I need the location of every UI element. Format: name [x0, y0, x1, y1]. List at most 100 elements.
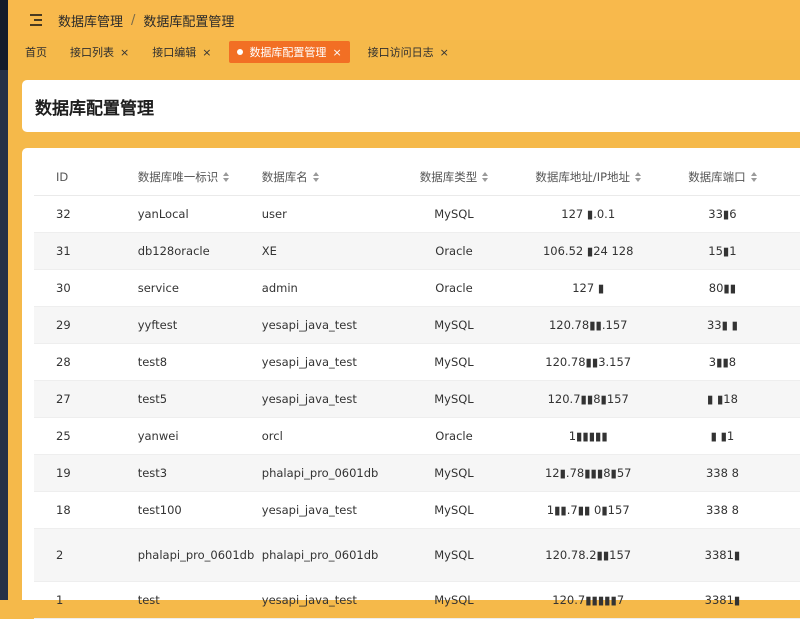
cell-port: 338 8	[666, 492, 780, 529]
breadcrumb-item-current: 数据库配置管理	[143, 11, 234, 30]
table-row[interactable]: 27 test5 yesapi_java_test MySQL 120.7▮▮8…	[34, 381, 800, 418]
cell-id: 28	[34, 344, 137, 381]
column-header-type[interactable]: 数据库类型	[397, 158, 511, 196]
table-row[interactable]: 25 yanwei orcl Oracle 1▮▮▮▮▮ ▮ ▮1	[34, 418, 800, 455]
cell-key: test8	[137, 344, 261, 381]
column-header-key[interactable]: 数据库唯一标识	[137, 158, 261, 196]
cell-name: orcl	[261, 418, 397, 455]
column-header-more	[779, 158, 800, 196]
table-row[interactable]: 1 test yesapi_java_test MySQL 120.7▮▮▮▮▮…	[34, 582, 800, 619]
cell-host: 127 ▮	[511, 270, 666, 307]
cell-host: 106.52 ▮24 128	[511, 233, 666, 270]
tab-api-edit[interactable]: 接口编辑 ×	[147, 41, 216, 63]
breadcrumb-separator: /	[131, 13, 135, 28]
cell-more	[779, 344, 800, 381]
cell-port: 80▮▮	[666, 270, 780, 307]
cell-name: phalapi_pro_0601db	[261, 529, 397, 582]
table-row[interactable]: 32 yanLocal user MySQL 127 ▮.0.1 33▮6	[34, 196, 800, 233]
cell-type: MySQL	[397, 381, 511, 418]
cell-type: MySQL	[397, 344, 511, 381]
page-title: 数据库配置管理	[35, 94, 154, 119]
sort-icon[interactable]	[635, 172, 641, 182]
sidebar-logo-area	[0, 0, 8, 70]
table-row[interactable]: 28 test8 yesapi_java_test MySQL 120.78▮▮…	[34, 344, 800, 381]
column-header-host[interactable]: 数据库地址/IP地址	[511, 158, 666, 196]
table-row[interactable]: 18 test100 yesapi_java_test MySQL 1▮▮.7▮…	[34, 492, 800, 529]
cell-id: 32	[34, 196, 137, 233]
cell-host: 120.78.2▮▮157	[511, 529, 666, 582]
table-row[interactable]: 29 yyftest yesapi_java_test MySQL 120.78…	[34, 307, 800, 344]
cell-host: 120.78▮▮.157	[511, 307, 666, 344]
column-header-port[interactable]: 数据库端口	[666, 158, 780, 196]
cell-name: phalapi_pro_0601db	[261, 455, 397, 492]
cell-more	[779, 492, 800, 529]
column-header-name[interactable]: 数据库名	[261, 158, 397, 196]
cell-host: 120.78▮▮3.157	[511, 344, 666, 381]
tab-access-log[interactable]: 接口访问日志 ×	[363, 41, 454, 63]
cell-id: 31	[34, 233, 137, 270]
cell-host: 120.7▮▮8▮157	[511, 381, 666, 418]
cell-more	[779, 381, 800, 418]
column-header-id: ID	[34, 158, 137, 196]
cell-port: 338 8	[666, 455, 780, 492]
cell-port: 3▮▮8	[666, 344, 780, 381]
cell-host: 1▮▮.7▮▮ 0▮157	[511, 492, 666, 529]
tab-label: 接口编辑	[152, 44, 196, 60]
breadcrumb-item-database[interactable]: 数据库管理	[58, 11, 123, 30]
close-icon[interactable]: ×	[202, 46, 211, 59]
tab-db-config[interactable]: 数据库配置管理 ×	[229, 41, 349, 63]
cell-key: yanLocal	[137, 196, 261, 233]
cell-id: 29	[34, 307, 137, 344]
cell-more	[779, 582, 800, 619]
cell-id: 30	[34, 270, 137, 307]
cell-id: 2	[34, 529, 137, 582]
cell-type: MySQL	[397, 455, 511, 492]
sort-icon[interactable]	[751, 172, 757, 182]
table-row[interactable]: 30 service admin Oracle 127 ▮ 80▮▮	[34, 270, 800, 307]
table-header-row: ID 数据库唯一标识 数据库名 数据库类型 数据库地址/IP地址 数据库端口	[34, 158, 800, 196]
table-row[interactable]: 19 test3 phalapi_pro_0601db MySQL 12▮.78…	[34, 455, 800, 492]
cell-type: MySQL	[397, 196, 511, 233]
sort-icon[interactable]	[223, 172, 229, 182]
cell-port: 33▮ ▮	[666, 307, 780, 344]
cell-name: yesapi_java_test	[261, 344, 397, 381]
cell-more	[779, 270, 800, 307]
cell-type: MySQL	[397, 492, 511, 529]
tab-home[interactable]: 首页	[20, 41, 52, 63]
cell-port: 33▮6	[666, 196, 780, 233]
cell-key: yanwei	[137, 418, 261, 455]
sort-icon[interactable]	[482, 172, 488, 182]
cell-id: 19	[34, 455, 137, 492]
tab-label: 首页	[25, 44, 47, 60]
db-config-table: ID 数据库唯一标识 数据库名 数据库类型 数据库地址/IP地址 数据库端口 3…	[34, 158, 800, 619]
cell-type: Oracle	[397, 418, 511, 455]
page-header-card: 数据库配置管理	[22, 80, 800, 132]
sidebar	[0, 0, 8, 600]
tab-api-list[interactable]: 接口列表 ×	[65, 41, 134, 63]
cell-port: 3381▮	[666, 582, 780, 619]
cell-key: yyftest	[137, 307, 261, 344]
tab-label: 接口列表	[70, 44, 114, 60]
cell-host: 1▮▮▮▮▮	[511, 418, 666, 455]
close-icon[interactable]: ×	[440, 46, 449, 59]
close-icon[interactable]: ×	[332, 46, 341, 59]
cell-type: Oracle	[397, 270, 511, 307]
close-icon[interactable]: ×	[120, 46, 129, 59]
top-navbar: 数据库管理 / 数据库配置管理	[8, 0, 800, 40]
cell-name: user	[261, 196, 397, 233]
cell-key: db128oracle	[137, 233, 261, 270]
table-row[interactable]: 2 phalapi_pro_0601db phalapi_pro_0601db …	[34, 529, 800, 582]
cell-name: yesapi_java_test	[261, 492, 397, 529]
sort-icon[interactable]	[313, 172, 319, 182]
cell-id: 27	[34, 381, 137, 418]
cell-type: Oracle	[397, 233, 511, 270]
cell-name: yesapi_java_test	[261, 582, 397, 619]
tab-label: 接口访问日志	[368, 44, 434, 60]
cell-host: 12▮.78▮▮▮8▮57	[511, 455, 666, 492]
cell-name: XE	[261, 233, 397, 270]
tab-label: 数据库配置管理	[249, 44, 326, 60]
cell-port: ▮ ▮18	[666, 381, 780, 418]
cell-id: 1	[34, 582, 137, 619]
menu-toggle-icon[interactable]	[30, 14, 44, 26]
table-row[interactable]: 31 db128oracle XE Oracle 106.52 ▮24 128 …	[34, 233, 800, 270]
